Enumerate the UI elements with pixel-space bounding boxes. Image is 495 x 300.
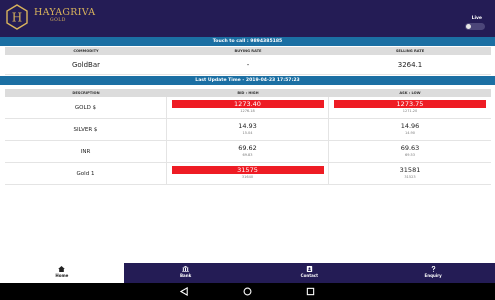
bid-high: 1276.18 <box>240 109 255 113</box>
buying-rate: - <box>246 61 250 69</box>
brand-name: HAYAGRIVA <box>34 7 96 18</box>
commodity-row: GoldBar - 3264.1 <box>5 55 491 75</box>
header-description: DESCRIPTION <box>72 91 100 95</box>
ask-price: 1273.75 <box>334 100 486 108</box>
tab-home[interactable]: Home <box>0 263 124 283</box>
rate-table-header: DESCRIPTION BID : HIGH ASK : LOW <box>5 89 491 97</box>
bid-price: 14.93 <box>238 122 257 130</box>
ask-cell: 31581 31523 <box>329 163 491 184</box>
last-update-bar: Last Update Time - 2019-04-23 17:57:23 <box>0 76 495 85</box>
row-description: SILVER $ <box>5 119 167 140</box>
ask-price: 69.63 <box>400 144 420 152</box>
android-nav-bar <box>0 283 495 300</box>
bid-price: 1273.40 <box>171 100 324 108</box>
bid-high: 31640 <box>241 175 254 179</box>
ask-low: 1271.20 <box>402 109 418 113</box>
selling-rate: 3264.1 <box>397 61 423 69</box>
table-row: INR 69.62 69.83 69.63 69.53 <box>5 141 491 163</box>
ask-low: 69.53 <box>404 153 416 157</box>
table-row: GOLD $ 1273.40 1276.18 1273.75 1271.20 <box>5 97 491 119</box>
back-icon[interactable] <box>180 287 189 296</box>
bid-price: 31575 <box>171 166 324 174</box>
question-icon <box>431 266 435 272</box>
table-row: Gold 1 31575 31640 31581 31523 <box>5 163 491 185</box>
commodity-table-header: COMMODITY BUYING RATE SELLING RATE <box>5 47 491 55</box>
live-toggle-knob <box>466 24 471 29</box>
home-circle-icon[interactable] <box>243 287 252 296</box>
contact-icon <box>306 266 313 272</box>
header-bid-high: BID : HIGH <box>237 91 259 95</box>
bid-price: 69.62 <box>238 144 257 152</box>
app-root: H HAYAGRIVA GOLD Live Touch to call : 98… <box>0 0 495 300</box>
ask-price: 31581 <box>399 166 421 174</box>
tab-bank[interactable]: Bank <box>123 263 248 283</box>
ask-low: 31523 <box>404 175 416 179</box>
row-description: INR <box>5 141 167 162</box>
hexagon-logo-icon: H <box>6 4 28 30</box>
header-ask-low: ASK : LOW <box>399 91 421 95</box>
table-row: SILVER $ 14.93 15.04 14.96 14.90 <box>5 119 491 141</box>
bottom-tab-bar: Home Bank Contact Enquiry <box>0 263 495 283</box>
header-commodity: COMMODITY <box>73 49 99 53</box>
ask-price: 14.96 <box>400 122 420 130</box>
tab-contact[interactable]: Contact <box>247 263 372 283</box>
call-bar[interactable]: Touch to call : 9894385185 <box>0 37 495 46</box>
tab-enquiry-label: Enquiry <box>424 273 442 278</box>
bid-high: 69.83 <box>242 153 253 157</box>
tab-home-label: Home <box>55 273 69 278</box>
ask-cell: 1273.75 1271.20 <box>329 97 491 118</box>
live-toggle[interactable] <box>465 23 485 30</box>
ask-cell: 69.63 69.53 <box>329 141 491 162</box>
bid-cell: 1273.40 1276.18 <box>167 97 329 118</box>
tab-enquiry[interactable]: Enquiry <box>371 263 495 283</box>
ask-low: 14.90 <box>404 131 416 135</box>
bid-cell: 69.62 69.83 <box>167 141 329 162</box>
app-header: H HAYAGRIVA GOLD Live <box>0 0 495 37</box>
brand-subtitle: GOLD <box>50 18 66 23</box>
live-label: Live <box>471 16 482 21</box>
row-description: Gold 1 <box>5 163 167 184</box>
home-icon <box>58 266 66 272</box>
header-buying-rate: BUYING RATE <box>234 49 262 53</box>
tab-contact-label: Contact <box>300 273 319 278</box>
logo-letter: H <box>12 11 22 25</box>
row-description: GOLD $ <box>5 97 167 118</box>
ask-cell: 14.96 14.90 <box>329 119 491 140</box>
tab-bank-label: Bank <box>179 273 192 278</box>
rate-table: DESCRIPTION BID : HIGH ASK : LOW GOLD $ … <box>5 89 491 185</box>
bid-high: 15.04 <box>242 131 253 135</box>
bank-icon <box>182 266 189 272</box>
bid-cell: 14.93 15.04 <box>167 119 329 140</box>
recents-icon[interactable] <box>306 287 315 296</box>
commodity-name: GoldBar <box>71 61 101 69</box>
bid-cell: 31575 31640 <box>167 163 329 184</box>
commodity-table: COMMODITY BUYING RATE SELLING RATE GoldB… <box>5 47 491 75</box>
header-selling-rate: SELLING RATE <box>395 49 425 53</box>
